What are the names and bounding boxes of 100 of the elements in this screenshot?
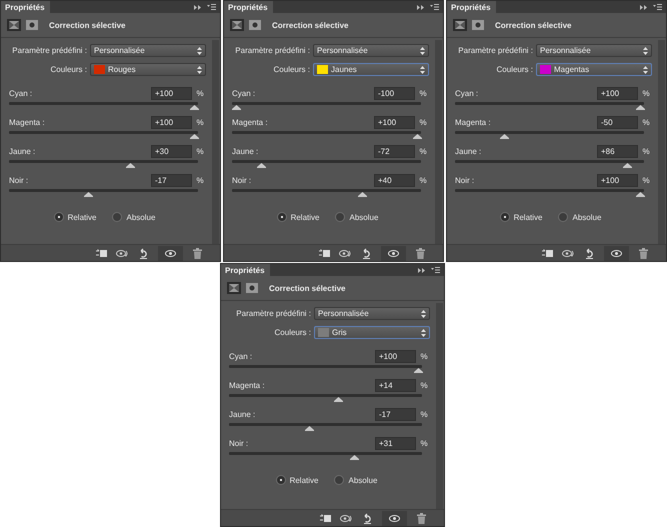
trash-icon[interactable] bbox=[415, 512, 428, 524]
value-field[interactable]: +31 bbox=[375, 436, 416, 450]
radio-button[interactable] bbox=[276, 212, 287, 222]
slider[interactable] bbox=[232, 188, 421, 197]
adjustment-icon[interactable] bbox=[453, 19, 467, 31]
radio-label[interactable]: Relative bbox=[290, 476, 318, 484]
properties-tab[interactable]: Propriétés bbox=[224, 1, 273, 13]
colors-dropdown[interactable]: Jaunes bbox=[313, 63, 429, 76]
value-field[interactable]: -100 bbox=[374, 86, 415, 100]
collapse-icon[interactable] bbox=[194, 4, 201, 10]
adjustment-icon[interactable] bbox=[7, 19, 21, 31]
mask-icon[interactable] bbox=[471, 19, 485, 31]
radio-button[interactable] bbox=[54, 212, 64, 222]
mask-icon[interactable] bbox=[25, 19, 39, 31]
preset-dropdown[interactable]: Personnalisée bbox=[536, 44, 652, 57]
value-field[interactable]: +100 bbox=[597, 86, 638, 100]
value-field[interactable]: +30 bbox=[151, 144, 192, 158]
mask-icon[interactable] bbox=[245, 282, 259, 294]
value-field[interactable]: -50 bbox=[597, 116, 638, 128]
trash-icon[interactable] bbox=[637, 248, 650, 258]
reset-icon[interactable] bbox=[583, 248, 596, 258]
scrollbar[interactable] bbox=[658, 40, 665, 244]
collapse-icon[interactable] bbox=[418, 268, 425, 272]
radio-button[interactable] bbox=[276, 475, 286, 485]
slider[interactable] bbox=[232, 101, 421, 110]
properties-tab[interactable]: Propriétés bbox=[447, 1, 496, 13]
reset-icon[interactable] bbox=[137, 248, 150, 258]
slider[interactable] bbox=[9, 159, 198, 168]
menu-icon[interactable] bbox=[207, 4, 216, 10]
radio-label[interactable]: Absolue bbox=[126, 212, 156, 222]
menu-icon[interactable] bbox=[653, 4, 662, 10]
radio-label[interactable]: Relative bbox=[68, 212, 96, 222]
slider[interactable] bbox=[229, 393, 422, 402]
view-previous-icon[interactable] bbox=[116, 248, 129, 258]
visibility-button[interactable] bbox=[158, 246, 183, 260]
collapse-icon[interactable] bbox=[640, 4, 647, 10]
preset-dropdown[interactable]: Personnalisée bbox=[314, 307, 430, 320]
properties-tab[interactable]: Propriétés bbox=[1, 1, 50, 13]
visibility-button[interactable] bbox=[382, 510, 407, 526]
slider[interactable] bbox=[9, 101, 198, 110]
value-field[interactable]: +40 bbox=[374, 174, 415, 186]
slider[interactable] bbox=[455, 159, 644, 168]
adjustment-icon[interactable] bbox=[227, 282, 241, 294]
properties-tab[interactable]: Propriétés bbox=[221, 264, 270, 276]
value-field[interactable]: +100 bbox=[374, 116, 415, 128]
value-field[interactable]: -72 bbox=[374, 144, 415, 158]
slider[interactable] bbox=[232, 159, 421, 168]
radio-label[interactable]: Absolue bbox=[349, 212, 378, 222]
visibility-button[interactable] bbox=[604, 246, 629, 260]
reset-icon[interactable] bbox=[361, 512, 374, 524]
value-field[interactable]: -17 bbox=[151, 174, 192, 186]
adjustment-icon[interactable] bbox=[230, 19, 244, 31]
view-previous-icon[interactable] bbox=[562, 248, 575, 258]
slider[interactable] bbox=[455, 188, 644, 197]
menu-icon[interactable] bbox=[430, 4, 439, 10]
value-field[interactable]: +100 bbox=[375, 350, 416, 362]
slider[interactable] bbox=[229, 364, 422, 373]
radio-label[interactable]: Relative bbox=[514, 212, 542, 222]
colors-dropdown[interactable]: Rouges bbox=[90, 63, 206, 76]
radio-button[interactable] bbox=[334, 475, 344, 485]
radio-label[interactable]: Relative bbox=[290, 212, 320, 222]
scrollbar[interactable] bbox=[212, 40, 219, 244]
value-field[interactable]: +14 bbox=[375, 378, 416, 392]
slider[interactable] bbox=[232, 130, 421, 139]
colors-dropdown[interactable]: Gris bbox=[314, 326, 430, 339]
radio-button[interactable] bbox=[558, 212, 568, 222]
radio-label[interactable]: Absolue bbox=[348, 476, 378, 484]
radio-label[interactable]: Absolue bbox=[572, 212, 602, 222]
value-field[interactable]: +100 bbox=[597, 174, 638, 186]
scrollbar[interactable] bbox=[435, 40, 442, 244]
preset-dropdown[interactable]: Personnalisée bbox=[313, 44, 429, 57]
clip-icon[interactable] bbox=[318, 248, 331, 258]
slider[interactable] bbox=[9, 188, 198, 197]
slider[interactable] bbox=[455, 101, 644, 110]
trash-icon[interactable] bbox=[191, 248, 204, 258]
preset-dropdown[interactable]: Personnalisée bbox=[90, 44, 206, 57]
scrollbar[interactable] bbox=[436, 303, 443, 509]
trash-icon[interactable] bbox=[414, 248, 427, 258]
clip-icon[interactable] bbox=[95, 248, 108, 258]
value-field[interactable]: +100 bbox=[151, 116, 192, 128]
value-field[interactable]: +86 bbox=[597, 144, 638, 158]
slider[interactable] bbox=[229, 451, 422, 460]
radio-button[interactable] bbox=[112, 212, 122, 222]
value-field[interactable]: -17 bbox=[375, 408, 416, 420]
clip-icon[interactable] bbox=[541, 248, 554, 258]
radio-button[interactable] bbox=[335, 212, 346, 222]
slider[interactable] bbox=[455, 130, 644, 139]
slider[interactable] bbox=[9, 130, 198, 139]
reset-icon[interactable] bbox=[360, 248, 373, 258]
colors-dropdown[interactable]: Magentas bbox=[536, 63, 652, 76]
mask-icon[interactable] bbox=[248, 19, 262, 31]
view-previous-icon[interactable] bbox=[340, 512, 353, 524]
value-field[interactable]: +100 bbox=[151, 86, 192, 100]
clip-icon[interactable] bbox=[319, 512, 332, 524]
menu-icon[interactable] bbox=[431, 267, 440, 273]
visibility-button[interactable] bbox=[381, 246, 406, 260]
collapse-icon[interactable] bbox=[417, 4, 424, 10]
radio-button[interactable] bbox=[500, 212, 510, 222]
slider[interactable] bbox=[229, 422, 422, 431]
view-previous-icon[interactable] bbox=[339, 248, 352, 258]
